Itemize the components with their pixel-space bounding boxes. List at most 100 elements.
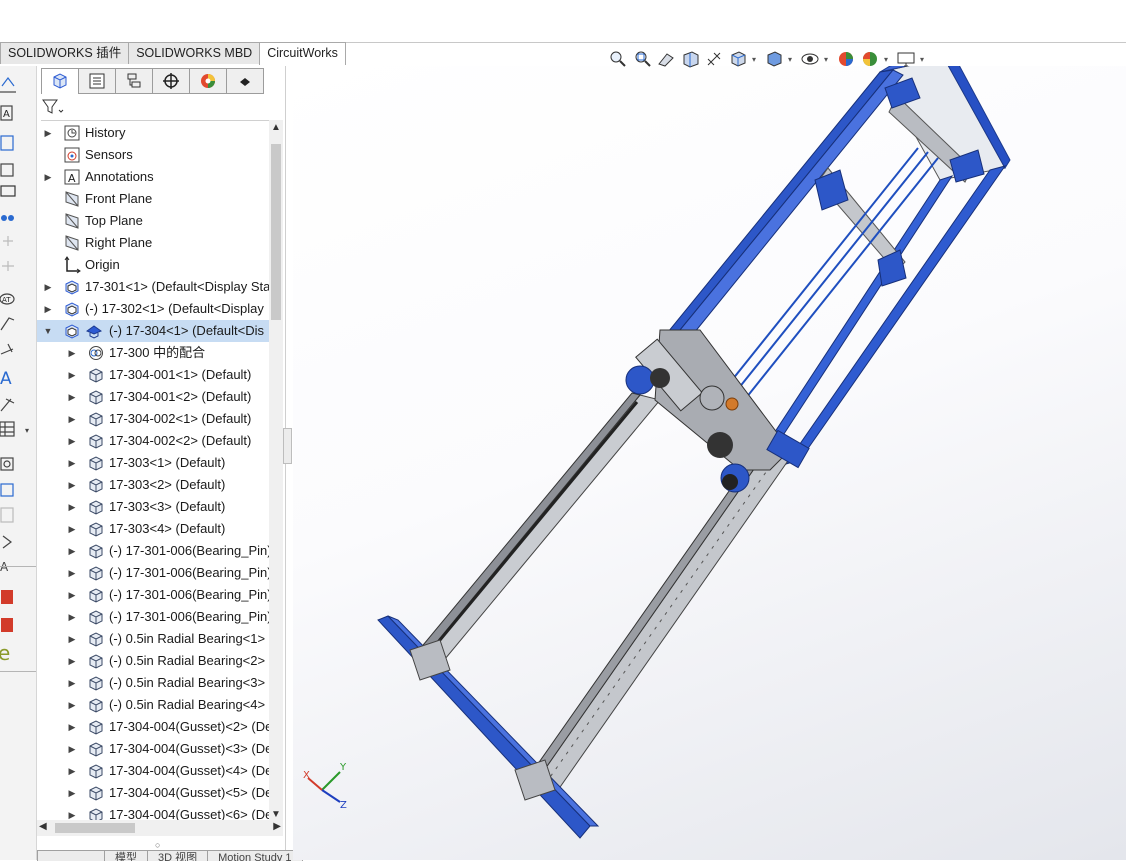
tab-3d-views[interactable]: 3D 视图 — [147, 850, 209, 861]
view-settings-icon[interactable] — [896, 49, 916, 69]
tree-node[interactable]: Sensors — [37, 144, 269, 166]
expand-arrow-icon[interactable]: ▶ — [67, 452, 77, 474]
tree-child-node[interactable]: ▶ 17-300 中的配合 — [37, 342, 269, 364]
dynamic-annotation-icon[interactable] — [704, 49, 724, 69]
expand-arrow-icon[interactable]: ▶ — [67, 672, 77, 694]
datum-icon[interactable] — [0, 185, 16, 197]
panel-collapse-handle[interactable] — [283, 428, 292, 464]
display-style-icon[interactable] — [764, 49, 784, 69]
expand-arrow-icon[interactable]: ▶ — [43, 276, 53, 298]
text-icon[interactable]: A — [0, 369, 12, 389]
tree-child-node[interactable]: ▶ (-) 17-301-006(Bearing_Pin) — [37, 606, 269, 628]
expand-arrow-icon[interactable]: ▶ — [67, 606, 77, 628]
tab-circuitworks[interactable]: CircuitWorks — [259, 42, 346, 65]
zoom-to-fit-icon[interactable] — [608, 49, 628, 69]
apply-scene-dropdown-icon[interactable]: ▾ — [884, 55, 892, 64]
expand-arrow-icon[interactable]: ▶ — [67, 562, 77, 584]
graphics-area[interactable]: Y X Z — [293, 66, 1126, 860]
expand-arrow-icon[interactable]: ▶ — [67, 628, 77, 650]
tree-horizontal-scrollbar[interactable]: ◀ ▶ — [37, 820, 283, 836]
configurationmanager-tab[interactable] — [115, 68, 153, 94]
view-orientation-icon[interactable] — [728, 49, 748, 69]
pdf-3d-icon[interactable] — [1, 618, 13, 632]
apply-scene-icon[interactable] — [860, 49, 880, 69]
tree-child-node[interactable]: ▶ 17-303<2> (Default) — [37, 474, 269, 496]
scroll-left-icon[interactable]: ◀ — [39, 821, 47, 832]
3d-view-icon[interactable] — [0, 457, 14, 471]
dimxpertmanager-tab[interactable] — [152, 68, 190, 94]
tab-model[interactable]: 模型 — [104, 850, 148, 861]
tree-child-node[interactable]: ▶ 17-304-002<2> (Default) — [37, 430, 269, 452]
tree-child-node[interactable]: ▶ 17-304-004(Gusset)<4> (De — [37, 760, 269, 782]
tree-node[interactable]: ▼ (-) 17-304<1> (Default<Dis — [37, 320, 269, 342]
scroll-down-icon[interactable]: ▼ — [271, 809, 281, 820]
capture-icon[interactable] — [0, 483, 14, 497]
tree-child-node[interactable]: ▶ 17-303<4> (Default) — [37, 518, 269, 540]
tree-child-node[interactable]: ▶ 17-304-004(Gusset)<2> (De — [37, 716, 269, 738]
expand-arrow-icon[interactable]: ▶ — [67, 408, 77, 430]
tree-child-node[interactable]: ▶ 17-304-002<1> (Default) — [37, 408, 269, 430]
propertymanager-tab[interactable] — [78, 68, 116, 94]
tree-node[interactable]: Origin — [37, 254, 269, 276]
view-orientation-dropdown-icon[interactable]: ▾ — [752, 55, 760, 64]
expand-arrow-icon[interactable]: ▶ — [67, 342, 77, 364]
view-settings-dropdown-icon[interactable]: ▾ — [920, 55, 928, 64]
tree-node[interactable]: ▶ A Annotations — [37, 166, 269, 188]
collapse-arrow-icon[interactable]: ▼ — [43, 320, 53, 342]
balloon-icon[interactable] — [0, 135, 14, 151]
expand-arrow-icon[interactable]: ▶ — [67, 518, 77, 540]
expand-arrow-icon[interactable]: ▶ — [67, 584, 77, 606]
tab-nav-arrows[interactable] — [37, 850, 105, 861]
cam-tab[interactable] — [226, 68, 264, 94]
expand-arrow-icon[interactable]: ▶ — [43, 122, 53, 144]
tree-child-node[interactable]: ▶ (-) 0.5in Radial Bearing<3> — [37, 672, 269, 694]
tree-node[interactable]: ▶ History — [37, 122, 269, 144]
expand-arrow-icon[interactable]: ▶ — [67, 364, 77, 386]
weld-icon[interactable] — [1, 215, 14, 221]
scroll-thumb[interactable] — [271, 144, 281, 320]
leader-icon[interactable] — [0, 343, 14, 355]
tree-node[interactable]: Front Plane — [37, 188, 269, 210]
surface-finish-icon[interactable] — [0, 163, 14, 177]
tab-solidworks-mbd[interactable]: SOLIDWORKS MBD — [128, 42, 261, 64]
tree-child-node[interactable]: ▶ (-) 17-301-006(Bearing_Pin) — [37, 562, 269, 584]
display-style-dropdown-icon[interactable]: ▾ — [788, 55, 796, 64]
cosmetic-thread-icon[interactable]: AT — [0, 293, 15, 305]
scroll-up-icon[interactable]: ▲ — [271, 122, 281, 133]
tree-node[interactable]: ▶ 17-301<1> (Default<Display Sta — [37, 276, 269, 298]
tree-node[interactable]: ▶ (-) 17-302<1> (Default<Display — [37, 298, 269, 320]
sketch-tool-icon[interactable] — [0, 398, 15, 412]
resize-grip-icon[interactable]: ○ — [155, 840, 160, 850]
expand-arrow-icon[interactable]: ▶ — [67, 540, 77, 562]
displaymanager-tab[interactable] — [189, 68, 227, 94]
scroll-right-icon[interactable]: ▶ — [273, 821, 281, 832]
pan-icon[interactable] — [2, 535, 12, 549]
expand-arrow-icon[interactable]: ▶ — [67, 496, 77, 518]
expand-arrow-icon[interactable]: ▶ — [67, 430, 77, 452]
table-icon[interactable] — [0, 421, 15, 437]
expand-arrow-icon[interactable]: ▶ — [67, 694, 77, 716]
tab-solidworks-addins[interactable]: SOLIDWORKS 插件 — [0, 42, 130, 64]
expand-arrow-icon[interactable]: ▶ — [43, 298, 53, 320]
tree-child-node[interactable]: ▶ (-) 0.5in Radial Bearing<2> — [37, 650, 269, 672]
tree-child-node[interactable]: ▶ (-) 0.5in Radial Bearing<4> — [37, 694, 269, 716]
tree-child-node[interactable]: ▶ 17-304-001<1> (Default) — [37, 364, 269, 386]
tree-child-node[interactable]: ▶ (-) 17-301-006(Bearing_Pin) — [37, 584, 269, 606]
zoom-to-area-icon[interactable] — [632, 49, 652, 69]
filter-icon[interactable] — [41, 96, 65, 118]
previous-view-icon[interactable] — [656, 49, 676, 69]
smart-dimension-icon[interactable] — [0, 77, 16, 93]
expand-arrow-icon[interactable]: ▶ — [43, 166, 53, 188]
tree-node[interactable]: Right Plane — [37, 232, 269, 254]
tree-child-node[interactable]: ▶ 17-304-004(Gusset)<5> (De — [37, 782, 269, 804]
expand-arrow-icon[interactable]: ▶ — [67, 474, 77, 496]
expand-arrow-icon[interactable]: ▶ — [67, 760, 77, 782]
expand-arrow-icon[interactable]: ▶ — [67, 738, 77, 760]
pdf-publish-icon[interactable] — [1, 590, 13, 604]
hide-show-dropdown-icon[interactable]: ▾ — [824, 55, 832, 64]
tree-vertical-scrollbar[interactable]: ▲ ▼ — [269, 120, 283, 822]
edit-appearance-icon[interactable] — [836, 49, 856, 69]
tab-motion-study[interactable]: Motion Study 1 — [207, 850, 303, 861]
section-view-icon[interactable] — [680, 49, 700, 69]
tree-child-node[interactable]: ▶ 17-304-004(Gusset)<3> (De — [37, 738, 269, 760]
